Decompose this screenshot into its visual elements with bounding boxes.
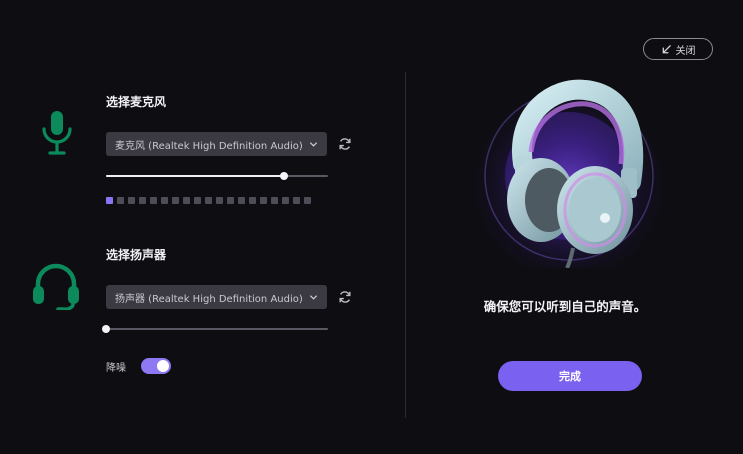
arrow-down-left-icon [662,44,671,53]
microphone-volume-slider[interactable] [106,172,328,180]
meter-segment [128,197,135,204]
microphone-level-meter [106,197,311,204]
meter-segment [106,197,113,204]
chevron-down-icon [309,141,318,147]
meter-segment [205,197,212,204]
headset-icon [33,263,79,310]
meter-segment [161,197,168,204]
meter-segment [238,197,245,204]
meter-segment [150,197,157,204]
meter-segment [216,197,223,204]
panel-divider [405,72,406,418]
noise-reduction-toggle[interactable] [141,358,171,374]
meter-segment [271,197,278,204]
noise-reduction-label: 降噪 [106,363,126,374]
meter-segment [139,197,146,204]
meter-segment [249,197,256,204]
speaker-volume-slider[interactable] [102,325,328,333]
meter-segment [117,197,124,204]
preview-message: 确保您可以听到自己的声音。 [483,299,647,314]
chevron-down-icon [309,294,318,300]
microphone-device: 麦克风 (Realtek High Definition Audio) [115,140,303,152]
headphones-illustration [465,72,673,268]
speaker-device: 扬声器 (Realtek High Definition Audio) [115,293,303,305]
close-button[interactable]: 关闭 [643,38,713,60]
refresh-microphone-icon[interactable] [338,137,352,151]
refresh-speaker-icon[interactable] [338,290,352,304]
meter-segment [194,197,201,204]
microphone-title: 选择麦克风 [106,95,167,109]
microphone-volume-fill [106,175,284,177]
speaker-title: 选择扬声器 [106,248,167,262]
speaker-select[interactable]: 扬声器 (Realtek High Definition Audio) [106,285,327,309]
meter-segment [172,197,179,204]
close-label: 关闭 [675,45,696,57]
toggle-knob [157,360,169,372]
meter-segment [260,197,267,204]
meter-segment [282,197,289,204]
meter-segment [227,197,234,204]
meter-segment [293,197,300,204]
microphone-icon [42,111,72,155]
meter-segment [304,197,311,204]
done-button[interactable]: 完成 [498,361,642,391]
speaker-volume-thumb[interactable] [102,325,110,333]
microphone-select[interactable]: 麦克风 (Realtek High Definition Audio) [106,132,327,156]
microphone-volume-thumb[interactable] [279,172,288,180]
meter-segment [183,197,190,204]
